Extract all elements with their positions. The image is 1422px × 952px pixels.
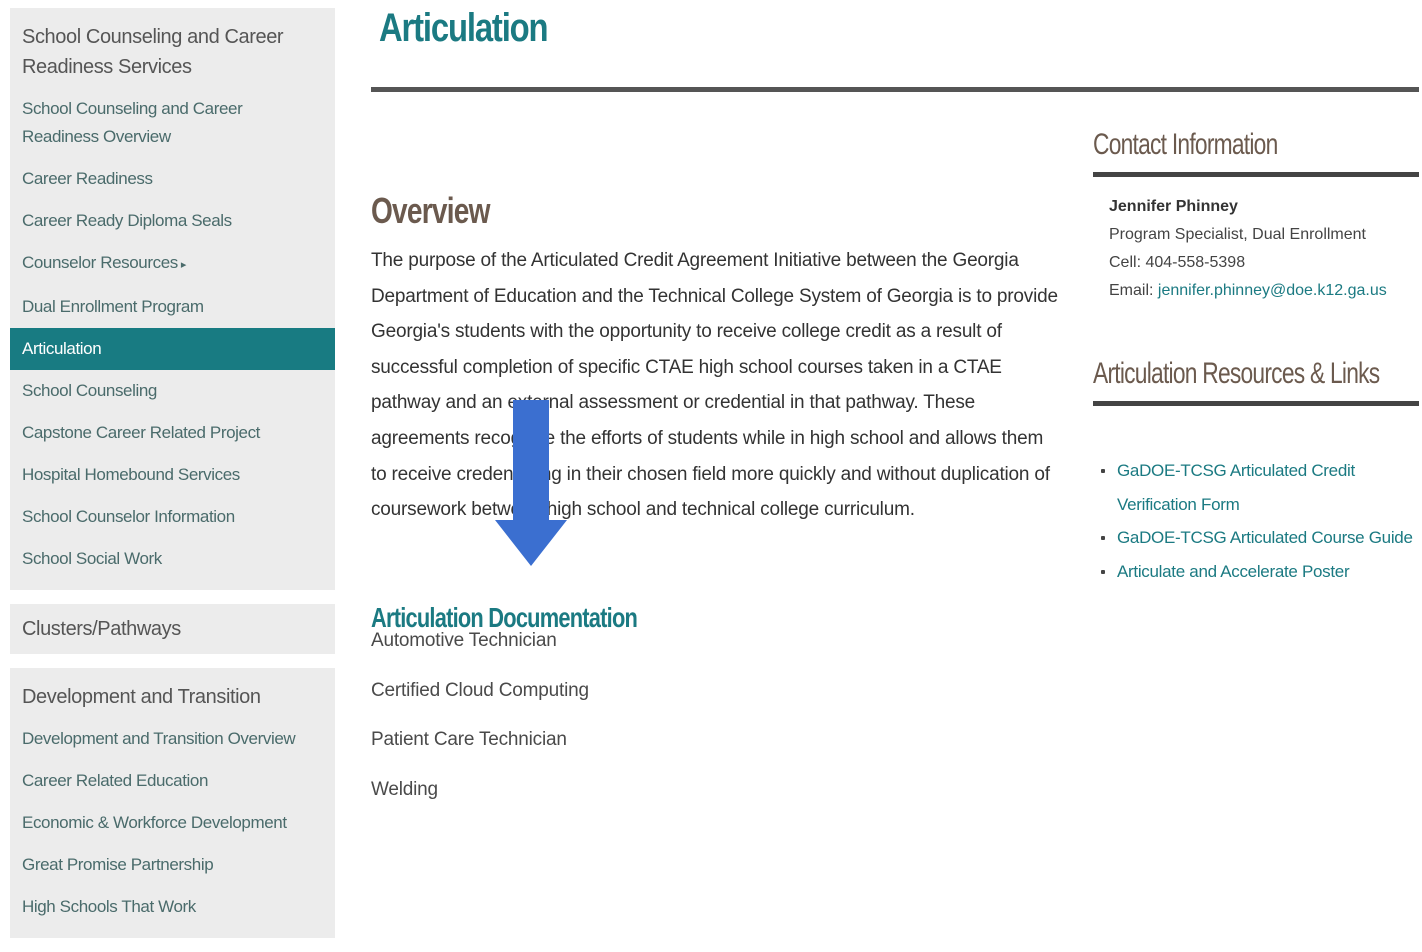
sidebar-item-capstone[interactable]: Capstone Career Related Project <box>10 412 335 454</box>
sidebar-item-school-counseling[interactable]: School Counseling <box>10 370 335 412</box>
resources-heading: Articulation Resources & Links <box>1093 357 1380 390</box>
resources-list: GaDOE-TCSG Articulated Credit Verificati… <box>1093 454 1419 588</box>
overview-heading: Overview <box>371 189 490 231</box>
sidebar-heading-development[interactable]: Development and Transition <box>10 676 335 718</box>
sidebar-section-development: Development and Transition Development a… <box>10 668 335 938</box>
sidebar: School Counseling and Career Readiness S… <box>10 8 335 952</box>
down-arrow-icon <box>495 400 567 566</box>
resource-link-course-guide[interactable]: GaDOE-TCSG Articulated Course Guide <box>1101 521 1419 555</box>
sidebar-item-social-work[interactable]: School Social Work <box>10 538 335 580</box>
contact-email: Email: jennifer.phinney@doe.k12.ga.us <box>1109 277 1419 305</box>
sidebar-item-career-readiness[interactable]: Career Readiness <box>10 158 335 200</box>
doc-link-automotive-technician[interactable]: Automotive Technician <box>371 622 589 672</box>
sidebar-heading-clusters[interactable]: Clusters/Pathways <box>10 608 335 650</box>
sidebar-item-counselor-information[interactable]: School Counselor Information <box>10 496 335 538</box>
doc-link-patient-care-technician[interactable]: Patient Care Technician <box>371 721 589 771</box>
sidebar-item-dual-enrollment[interactable]: Dual Enrollment Program <box>10 286 335 328</box>
page-title: Articulation <box>379 6 549 50</box>
contact-name: Jennifer Phinney <box>1109 198 1238 215</box>
sidebar-item-label: Counselor Resources <box>22 253 178 272</box>
contact-email-link[interactable]: jennifer.phinney@doe.k12.ga.us <box>1158 282 1387 299</box>
doc-link-cloud-computing[interactable]: Certified Cloud Computing <box>371 672 589 722</box>
sidebar-item-counselor-resources[interactable]: Counselor Resources ▸ <box>10 242 335 286</box>
caret-right-icon: ▸ <box>180 259 187 271</box>
contact-card: Jennifer Phinney Program Specialist, Dua… <box>1093 177 1419 305</box>
contact-cell-label: Cell: <box>1109 254 1146 271</box>
sidebar-item-career-related-education[interactable]: Career Related Education <box>10 760 335 802</box>
right-sidebar: Contact Information Jennifer Phinney Pro… <box>1093 128 1419 588</box>
sidebar-item-hospital-homebound[interactable]: Hospital Homebound Services <box>10 454 335 496</box>
contact-email-label: Email: <box>1109 282 1158 299</box>
main-content: Articulation Overview The purpose of the… <box>371 0 1421 800</box>
sidebar-item-articulation[interactable]: Articulation <box>10 328 335 370</box>
title-divider <box>371 87 1419 92</box>
sidebar-item-great-promise[interactable]: Great Promise Partnership <box>10 844 335 886</box>
documentation-list: Automotive Technician Certified Cloud Co… <box>371 622 589 820</box>
doc-link-welding[interactable]: Welding <box>371 771 589 821</box>
resource-link-poster[interactable]: Articulate and Accelerate Poster <box>1101 555 1419 589</box>
sidebar-item-economic-workforce[interactable]: Economic & Workforce Development <box>10 802 335 844</box>
sidebar-section-school-counseling: School Counseling and Career Readiness S… <box>10 8 335 590</box>
resource-link-verification-form[interactable]: GaDOE-TCSG Articulated Credit Verificati… <box>1101 454 1419 521</box>
sidebar-item-diploma-seals[interactable]: Career Ready Diploma Seals <box>10 200 335 242</box>
sidebar-section-clusters: Clusters/Pathways <box>10 604 335 654</box>
contact-cell: Cell: 404-558-5398 <box>1109 249 1419 277</box>
down-arrow-shape <box>495 400 567 566</box>
resources-divider <box>1093 401 1419 406</box>
sidebar-item-development-overview[interactable]: Development and Transition Overview <box>10 718 335 760</box>
contact-title: Program Specialist, Dual Enrollment <box>1109 226 1366 243</box>
contact-cell-value: 404-558-5398 <box>1145 254 1246 271</box>
sidebar-item-overview[interactable]: School Counseling and Career Readiness O… <box>10 88 335 158</box>
contact-heading: Contact Information <box>1093 128 1278 161</box>
overview-paragraph: The purpose of the Articulated Credit Ag… <box>371 250 1058 521</box>
sidebar-item-high-schools-that-work[interactable]: High Schools That Work <box>10 886 335 928</box>
sidebar-heading-school-counseling[interactable]: School Counseling and Career Readiness S… <box>10 16 335 88</box>
